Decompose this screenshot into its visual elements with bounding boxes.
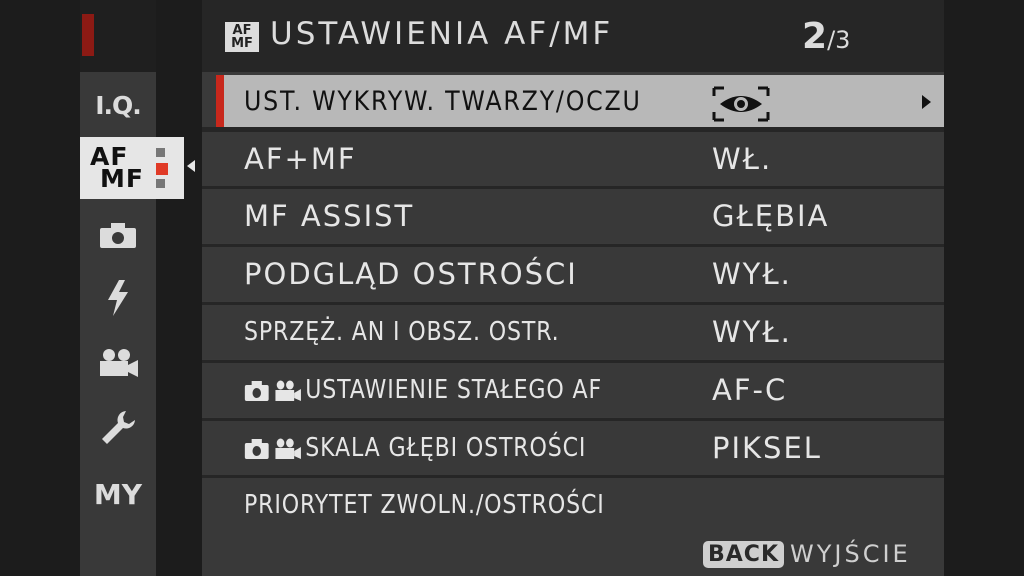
sidebar-red-marker [82, 14, 94, 56]
movie-icon [275, 438, 301, 459]
menu-row-af-mf[interactable]: AF+MF WŁ. [202, 132, 944, 186]
page-dot-active [156, 163, 168, 175]
page-title: USTAWIENIA AF/MF [270, 16, 614, 52]
menu-row-release-focus-priority[interactable]: PRIORYTET ZWOLN./OSTROŚCI [202, 478, 944, 532]
menu-row-value: WYŁ. [712, 315, 792, 349]
footer-hint[interactable]: BACK WYJŚCIE [703, 540, 911, 568]
page-dot [156, 179, 165, 188]
menu-row-value: AF-C [712, 373, 788, 407]
menu-row-focus-preview[interactable]: PODGLĄD OSTROŚCI WYŁ. [202, 247, 944, 301]
af-mf-header-icon: AF MF [225, 22, 259, 52]
page-dot [156, 148, 165, 157]
camera-icon [244, 438, 269, 459]
divider [202, 475, 944, 478]
sidebar-item-image-quality[interactable]: I.Q. [80, 77, 156, 133]
page-total: /3 [827, 26, 851, 54]
sidebar-item-my-menu[interactable]: MY [80, 466, 156, 522]
menu-row-ae-focus-link[interactable]: SPRZĘŻ. AN I OBSZ. OSTR. WYŁ. [202, 305, 944, 359]
menu-row-value: GŁĘBIA [712, 199, 830, 233]
sidebar-item-shooting[interactable] [80, 207, 156, 263]
sidebar-gap [156, 0, 202, 576]
menu-row-face-eye-detection[interactable]: UST. WYKRYW. TWARZY/OCZU [216, 75, 944, 129]
menu-row-value: WYŁ. [712, 257, 792, 291]
menu-row-label: SPRZĘŻ. AN I OBSZ. OSTR. [244, 317, 560, 347]
chevron-right-icon [922, 95, 931, 109]
sidebar-item-setup[interactable] [80, 400, 156, 456]
menu-row-value: PIKSEL [712, 431, 822, 465]
page-current: 2 [802, 16, 828, 57]
flash-icon [108, 280, 128, 316]
camera-icon [100, 223, 136, 248]
menu-row-label-wrap: SKALA GŁĘBI OSTROŚCI [244, 421, 586, 475]
af-mf-icon: AF MF [90, 142, 144, 193]
divider [202, 127, 944, 132]
exit-label: WYJŚCIE [790, 540, 911, 568]
right-frame [944, 0, 1024, 576]
back-button[interactable]: BACK [703, 540, 784, 568]
menu-row-label-wrap: USTAWIENIE STAŁEGO AF [244, 363, 602, 417]
menu-row-value: WŁ. [712, 142, 773, 176]
sidebar-item-movie[interactable] [80, 335, 156, 391]
menu-row-label: AF+MF [244, 142, 357, 176]
active-tab-arrow [187, 160, 195, 172]
image-quality-icon: I.Q. [95, 90, 142, 120]
menu-row-continuous-af[interactable]: USTAWIENIE STAŁEGO AF AF-C [202, 363, 944, 417]
menu-row-label: UST. WYKRYW. TWARZY/OCZU [244, 86, 642, 117]
menu-row-depth-of-field-scale[interactable]: SKALA GŁĘBI OSTROŚCI PIKSEL [202, 421, 944, 475]
divider [202, 418, 944, 421]
menu-row-label: PRIORYTET ZWOLN./OSTROŚCI [244, 490, 605, 520]
divider [202, 302, 944, 305]
menu-row-mf-assist[interactable]: MF ASSIST GŁĘBIA [202, 189, 944, 243]
sidebar-item-af-mf[interactable]: AF MF [80, 137, 184, 199]
menu-row-label: PODGLĄD OSTROŚCI [244, 257, 578, 291]
wrench-icon [102, 411, 135, 444]
page-indicator: 2/3 [802, 16, 850, 57]
eye-detection-icon [712, 75, 770, 129]
sidebar-item-flash[interactable] [80, 270, 156, 326]
af-mf-page-indicator [156, 148, 168, 188]
movie-icon [100, 349, 138, 377]
movie-icon [275, 380, 301, 401]
selection-marker [216, 75, 224, 129]
menu-header: AF MF USTAWIENIA AF/MF 2/3 [202, 0, 944, 72]
camera-icon [244, 380, 269, 401]
divider [202, 360, 944, 363]
menu-row-label: MF ASSIST [244, 199, 415, 233]
left-frame [0, 0, 80, 576]
divider [202, 186, 944, 189]
my-menu-icon: MY [93, 477, 143, 511]
divider [202, 244, 944, 247]
